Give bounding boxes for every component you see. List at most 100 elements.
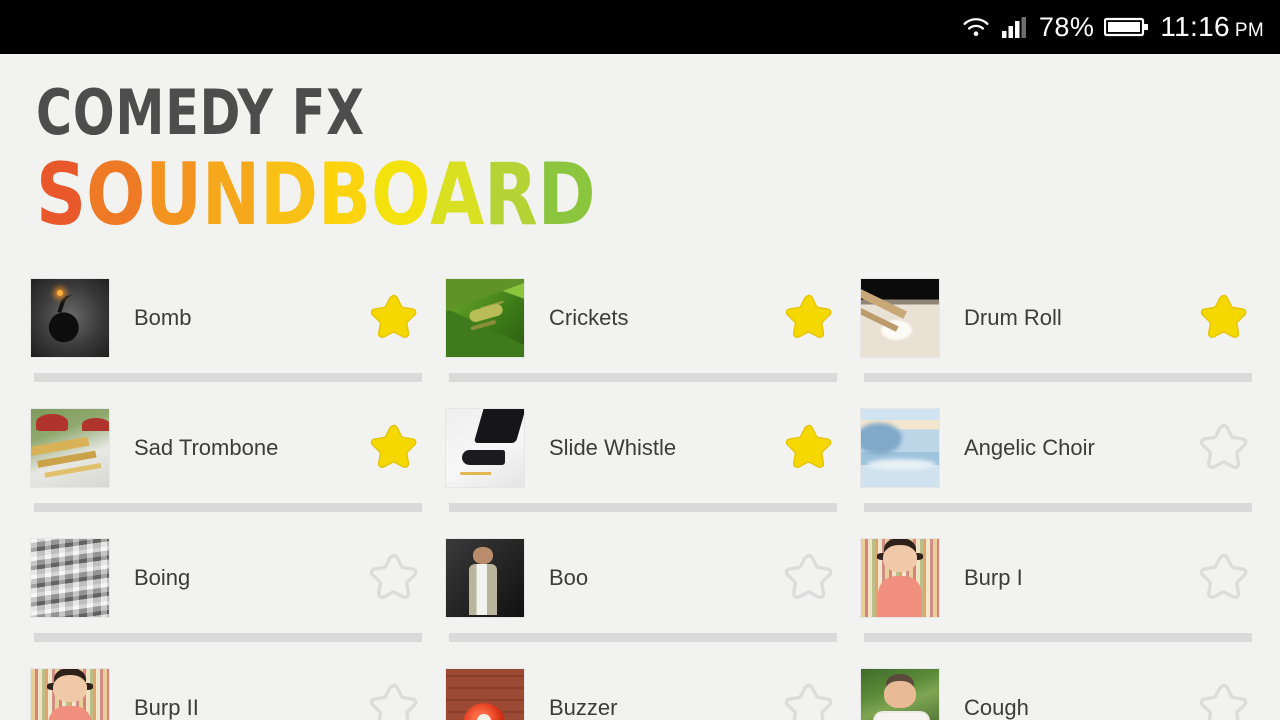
sound-thumbnail[interactable] — [445, 278, 525, 358]
sound-label: Crickets — [549, 305, 629, 330]
sound-row[interactable]: Crickets — [445, 274, 860, 362]
sound-row[interactable]: Angelic Choir — [860, 404, 1275, 492]
soundboard-grid: Bomb Crickets Drum Roll Sad Trombone Slide W… — [0, 274, 1280, 720]
star-filled-icon[interactable] — [368, 422, 420, 474]
row-divider — [449, 633, 837, 642]
sound-label: Burp II — [134, 695, 199, 720]
row-divider — [34, 503, 422, 512]
row-divider — [864, 373, 1252, 382]
clock-time: 11:16 — [1160, 11, 1230, 42]
sound-thumbnail[interactable] — [860, 668, 940, 720]
sound-item[interactable]: Cough — [860, 664, 1275, 720]
sound-item[interactable]: Crickets — [445, 274, 860, 404]
app-title-primary: COMEDY FX — [36, 76, 365, 149]
sound-thumbnail[interactable] — [445, 408, 525, 488]
thumbnail-image — [446, 279, 524, 357]
signal-bars-icon — [1001, 15, 1027, 39]
sound-label: Boing — [134, 565, 191, 590]
sound-row[interactable]: Burp I — [860, 534, 1275, 622]
sound-item[interactable]: Sad Trombone — [30, 404, 445, 534]
thumbnail-image — [861, 409, 939, 487]
title-letter: D — [537, 145, 596, 245]
title-letter: S — [36, 145, 87, 245]
thumbnail-image — [861, 539, 939, 617]
status-bar: 78% 11:16 PM — [0, 0, 1280, 54]
battery-icon — [1104, 15, 1150, 39]
thumbnail-image — [31, 279, 109, 357]
clock-ampm: PM — [1234, 20, 1264, 41]
sound-thumbnail[interactable] — [30, 538, 110, 618]
sound-row[interactable]: Boing — [30, 534, 445, 622]
title-letter: N — [201, 145, 261, 245]
sound-row[interactable]: Drum Roll — [860, 274, 1275, 362]
sound-label: Burp I — [964, 565, 1023, 590]
row-divider — [864, 503, 1252, 512]
sound-item[interactable]: Boing — [30, 534, 445, 664]
title-letter: U — [145, 145, 202, 245]
sound-thumbnail[interactable] — [860, 408, 940, 488]
sound-item[interactable]: Bomb — [30, 274, 445, 404]
star-outline-icon[interactable] — [368, 682, 420, 720]
app-header: COMEDY FX SOUNDBOARD — [0, 54, 1280, 239]
title-letter: D — [260, 145, 319, 245]
star-filled-icon[interactable] — [1198, 292, 1250, 344]
sound-item[interactable]: Buzzer — [445, 664, 860, 720]
sound-label: Slide Whistle — [549, 435, 677, 460]
sound-label: Sad Trombone — [134, 435, 279, 460]
thumbnail-image — [31, 539, 109, 617]
sound-thumbnail[interactable] — [860, 538, 940, 618]
row-divider — [449, 503, 837, 512]
star-filled-icon[interactable] — [783, 422, 835, 474]
battery-percent-label: 78% — [1038, 11, 1095, 42]
title-letter: O — [371, 145, 431, 245]
thumbnail-image — [31, 669, 109, 720]
sound-thumbnail[interactable] — [30, 668, 110, 720]
sound-thumbnail[interactable] — [30, 278, 110, 358]
sound-label: Angelic Choir — [964, 435, 1095, 460]
star-outline-icon[interactable] — [368, 552, 420, 604]
sound-item[interactable]: Boo — [445, 534, 860, 664]
sound-label: Drum Roll — [964, 305, 1062, 330]
star-filled-icon[interactable] — [783, 292, 835, 344]
title-letter: O — [86, 145, 146, 245]
sound-row[interactable]: Boo — [445, 534, 860, 622]
clock: 11:16 PM — [1160, 11, 1264, 43]
sound-row[interactable]: Sad Trombone — [30, 404, 445, 492]
sound-thumbnail[interactable] — [445, 538, 525, 618]
wifi-icon — [961, 15, 991, 39]
thumbnail-image — [861, 279, 939, 357]
row-divider — [34, 633, 422, 642]
star-filled-icon[interactable] — [368, 292, 420, 344]
sound-row[interactable]: Bomb — [30, 274, 445, 362]
row-divider — [34, 373, 422, 382]
sound-item[interactable]: Slide Whistle — [445, 404, 860, 534]
thumbnail-image — [31, 409, 109, 487]
thumbnail-image — [861, 669, 939, 720]
title-letter: R — [484, 145, 538, 245]
title-letter: A — [430, 145, 485, 245]
sound-thumbnail[interactable] — [860, 278, 940, 358]
sound-thumbnail[interactable] — [30, 408, 110, 488]
sound-label: Bomb — [134, 305, 192, 330]
sound-item[interactable]: Angelic Choir — [860, 404, 1275, 534]
thumbnail-image — [446, 669, 524, 720]
star-outline-icon[interactable] — [783, 552, 835, 604]
sound-row[interactable]: Slide Whistle — [445, 404, 860, 492]
star-outline-icon[interactable] — [1198, 552, 1250, 604]
sound-item[interactable]: Drum Roll — [860, 274, 1275, 404]
star-outline-icon[interactable] — [1198, 682, 1250, 720]
title-letter: B — [318, 145, 372, 245]
sound-item[interactable]: Burp II — [30, 664, 445, 720]
app-title-secondary: SOUNDBOARD — [36, 152, 1156, 238]
sound-row[interactable]: Cough — [860, 664, 1275, 720]
row-divider — [449, 373, 837, 382]
thumbnail-image — [446, 539, 524, 617]
sound-item[interactable]: Burp I — [860, 534, 1275, 664]
row-divider — [864, 633, 1252, 642]
sound-row[interactable]: Burp II — [30, 664, 445, 720]
star-outline-icon[interactable] — [1198, 422, 1250, 474]
sound-row[interactable]: Buzzer — [445, 664, 860, 720]
star-outline-icon[interactable] — [783, 682, 835, 720]
sound-thumbnail[interactable] — [445, 668, 525, 720]
sound-label: Cough — [964, 695, 1029, 720]
